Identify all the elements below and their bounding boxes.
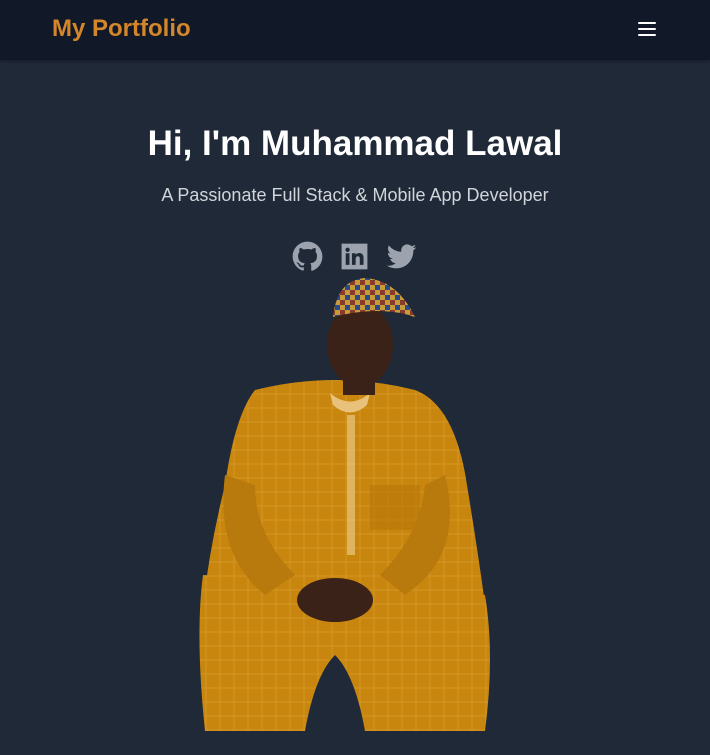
brand-logo-link[interactable]: My Portfolio	[52, 14, 191, 44]
twitter-link[interactable]	[386, 241, 417, 272]
profile-photo	[185, 275, 495, 731]
github-icon	[292, 241, 323, 271]
hamburger-menu-icon	[638, 22, 656, 24]
navbar: My Portfolio	[0, 0, 710, 60]
twitter-icon	[386, 243, 417, 268]
social-links	[292, 240, 420, 272]
linkedin-link[interactable]	[339, 241, 370, 272]
linkedin-icon	[341, 243, 368, 269]
hamburger-menu-button[interactable]	[630, 16, 664, 44]
hero-title: Hi, I'm Muhammad Lawal	[147, 124, 563, 163]
github-link[interactable]	[292, 241, 323, 272]
hero-subtitle: A Passionate Full Stack & Mobile App Dev…	[161, 185, 549, 205]
